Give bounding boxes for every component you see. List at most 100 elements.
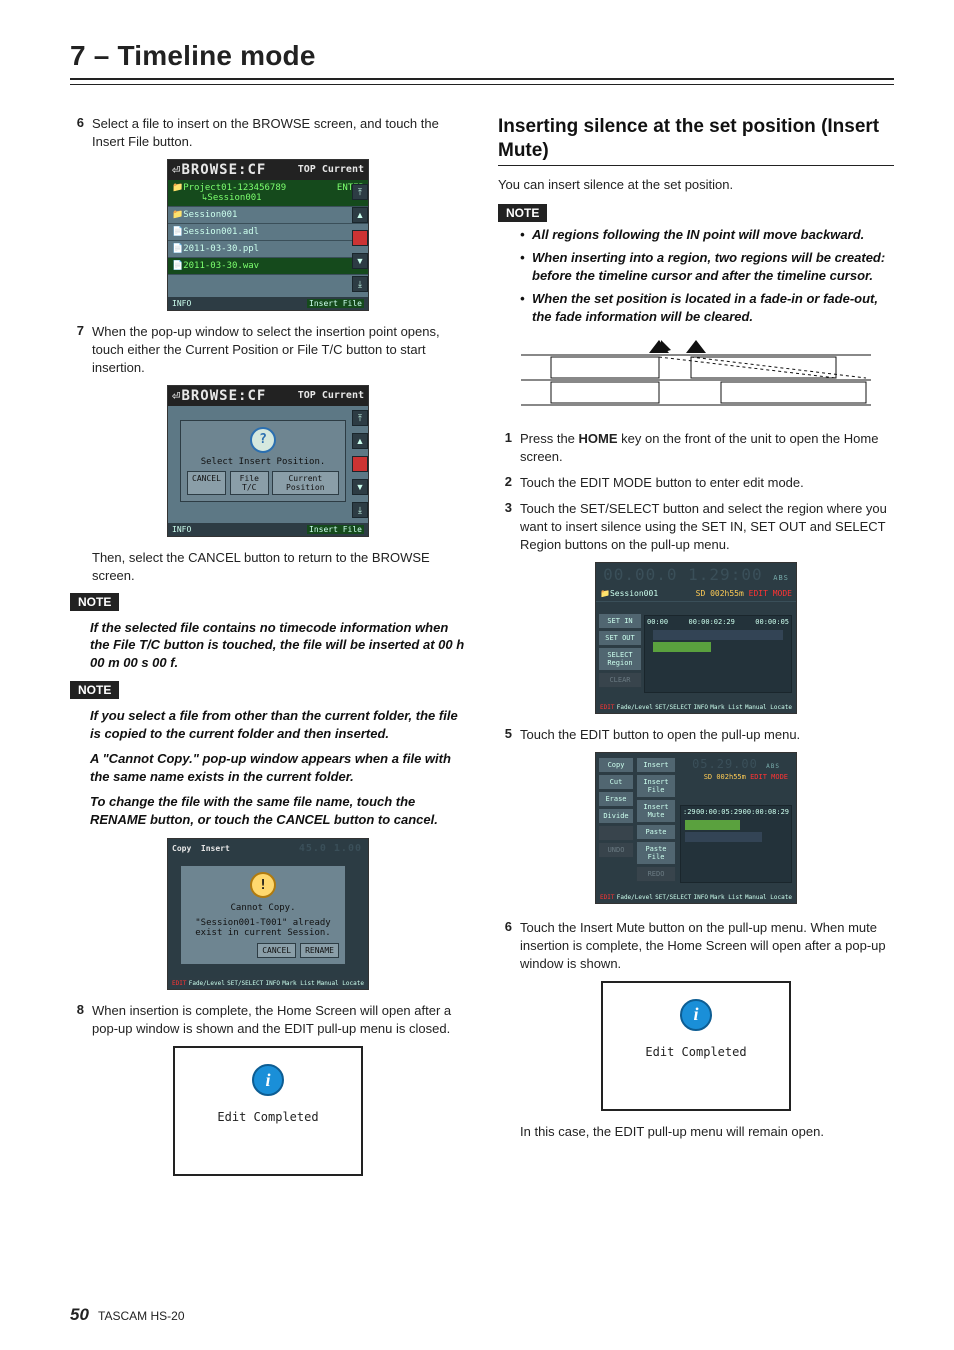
blank-btn — [598, 825, 634, 841]
edit-screen-menu: Copy Cut Erase Divide UNDO Insert Insert… — [595, 752, 797, 904]
step-text: Touch the SET/SELECT button and select t… — [520, 500, 894, 554]
step-r3: 3 Touch the SET/SELECT button and select… — [498, 500, 894, 554]
chapter-title: 7 – Timeline mode — [70, 40, 894, 72]
step-text: Select a file to insert on the BROWSE sc… — [92, 115, 466, 151]
info-icon: i — [680, 999, 712, 1031]
paste-btn: Paste — [636, 824, 676, 840]
section-heading: Inserting silence at the set position (I… — [498, 115, 894, 163]
product-name: TASCAM HS-20 — [98, 1309, 184, 1323]
text: Select a file to insert on the BROWSE sc… — [92, 116, 439, 131]
edit-screen-setselect: 00.00.0 1.29:00 ABS 📁Session001SD 002h55… — [595, 562, 797, 714]
figure-browse-1: ⏎BROWSE:CFTOP Current 📁Project01-1234567… — [70, 159, 466, 311]
browse-screen-modal: ⏎BROWSE:CFTOP Current ? Select Insert Po… — [167, 385, 369, 537]
scroll-top-icon: ⤒ — [352, 184, 368, 200]
erase-btn: Erase — [598, 791, 634, 807]
figure-browse-2: ⏎BROWSE:CFTOP Current ? Select Insert Po… — [70, 385, 466, 537]
insert-mute-btn: Insert Mute — [636, 799, 676, 823]
copy-btn: Copy — [598, 757, 634, 773]
step-text: Touch the Insert Mute button on the pull… — [520, 919, 894, 973]
insert-position-modal: ? Select Insert Position. CANCEL File T/… — [180, 420, 346, 502]
note-body: If you select a file from other than the… — [90, 707, 466, 828]
select-region-btn: SELECT Region — [598, 647, 642, 671]
bullet: When the set position is located in a fa… — [518, 290, 894, 325]
cancel-btn: CANCEL — [257, 943, 296, 958]
text: button. — [149, 134, 192, 149]
cut-btn: Cut — [598, 774, 634, 790]
figure-screen-3: 00.00.0 1.29:00 ABS 📁Session001SD 002h55… — [498, 562, 894, 714]
step-text: Touch the EDIT button to open the pull-u… — [520, 726, 894, 744]
step-number: 7 — [70, 323, 84, 377]
step-8: 8 When insertion is complete, the Home S… — [70, 1002, 466, 1038]
current-pos-btn: Current Position — [272, 471, 339, 495]
redo-btn: REDO — [636, 866, 676, 882]
insert-file-btn: Insert File — [307, 525, 364, 534]
cancel-btn: CANCEL — [187, 471, 226, 495]
cannot-copy-screen: Copy Insert45.0 1.00 ! Cannot Copy. "Ses… — [167, 838, 369, 990]
file-tc-btn: File T/C — [230, 471, 269, 495]
file-row-selected: 📄2011-03-30.wav — [168, 258, 368, 275]
key-home: HOME — [579, 431, 618, 446]
step-number: 8 — [70, 1002, 84, 1038]
scroll-down-icon: ▼ — [352, 253, 368, 269]
edit-completed-popup: i Edit Completed — [601, 981, 791, 1111]
scroll-up-icon: ▲ — [352, 207, 368, 223]
clear-btn: CLEAR — [598, 672, 642, 688]
top-btn: TOP — [298, 164, 316, 175]
page-footer: 50 TASCAM HS-20 — [70, 1305, 185, 1325]
modal-msg: Select Insert Position. — [201, 457, 326, 467]
intro-text: You can insert silence at the set positi… — [498, 176, 894, 194]
bullet: All regions following the IN point will … — [518, 226, 894, 244]
edit-completed-popup: i Edit Completed — [173, 1046, 363, 1176]
step-7: 7 When the pop-up window to select the i… — [70, 323, 466, 377]
rename-btn: RENAME — [300, 943, 339, 958]
step-r1: 1 Press the HOME key on the front of the… — [498, 430, 894, 466]
note-p: A "Cannot Copy." pop-up window appears w… — [90, 750, 466, 785]
figure-popup-right: i Edit Completed — [498, 981, 894, 1111]
step-r2: 2 Touch the EDIT MODE button to enter ed… — [498, 474, 894, 492]
text: In this case, the EDIT pull-up menu will… — [520, 1123, 894, 1141]
insert-file-btn: Insert File — [636, 774, 676, 798]
paste-file-btn: Paste File — [636, 841, 676, 865]
step-number: 3 — [498, 500, 512, 554]
step-number: 1 — [498, 430, 512, 466]
rule-thick — [70, 78, 894, 80]
note-bullets: All regions following the IN point will … — [518, 226, 894, 326]
popup-text: Edit Completed — [645, 1045, 746, 1059]
modal-title: Cannot Copy. — [230, 903, 295, 913]
scroll-bottom-icon: ⤓ — [352, 276, 368, 292]
note-tag: NOTE — [70, 593, 119, 611]
file-row: 📄Session001.adl — [168, 224, 368, 241]
scroll-thumb — [352, 230, 368, 246]
note-tag: NOTE — [498, 204, 547, 222]
scr-title: BROWSE:CF — [181, 162, 266, 178]
text: Then, select the CANCEL button to return… — [92, 549, 466, 585]
question-icon: ? — [250, 427, 276, 453]
info-btn: INFO — [172, 525, 191, 534]
figure-screen-5: Copy Cut Erase Divide UNDO Insert Insert… — [498, 752, 894, 907]
scr-title: BROWSE:CF — [181, 388, 266, 404]
popup-text: Edit Completed — [217, 1110, 318, 1124]
insert-btn: Insert — [636, 757, 676, 773]
section-rule — [498, 165, 894, 166]
divide-btn: Divide — [598, 808, 634, 824]
note-body: If the selected file contains no timecod… — [90, 619, 466, 672]
figure-popup-left: i Edit Completed — [70, 1046, 466, 1176]
right-column: Inserting silence at the set position (I… — [498, 115, 894, 1188]
current-btn: Current — [322, 390, 364, 401]
info-btn: INFO — [172, 299, 191, 308]
note-p: If you select a file from other than the… — [90, 707, 466, 742]
step-text: When the pop-up window to select the ins… — [92, 323, 466, 377]
page-number: 50 — [70, 1305, 89, 1324]
left-column: 6 Select a file to insert on the BROWSE … — [70, 115, 466, 1188]
warn-icon: ! — [250, 872, 276, 898]
note-tag: NOTE — [70, 681, 119, 699]
step-text: Press the HOME key on the front of the u… — [520, 430, 894, 466]
step-number: 5 — [498, 726, 512, 744]
step-text: Touch the EDIT MODE button to enter edit… — [520, 474, 894, 492]
closing-line: In this case, the EDIT pull-up menu will… — [498, 1123, 894, 1141]
browse-screen: ⏎BROWSE:CFTOP Current 📁Project01-1234567… — [167, 159, 369, 311]
step-number: 2 — [498, 474, 512, 492]
setout-btn: SET OUT — [598, 630, 642, 646]
undo-btn: UNDO — [598, 842, 634, 858]
step-number: 6 — [498, 919, 512, 973]
